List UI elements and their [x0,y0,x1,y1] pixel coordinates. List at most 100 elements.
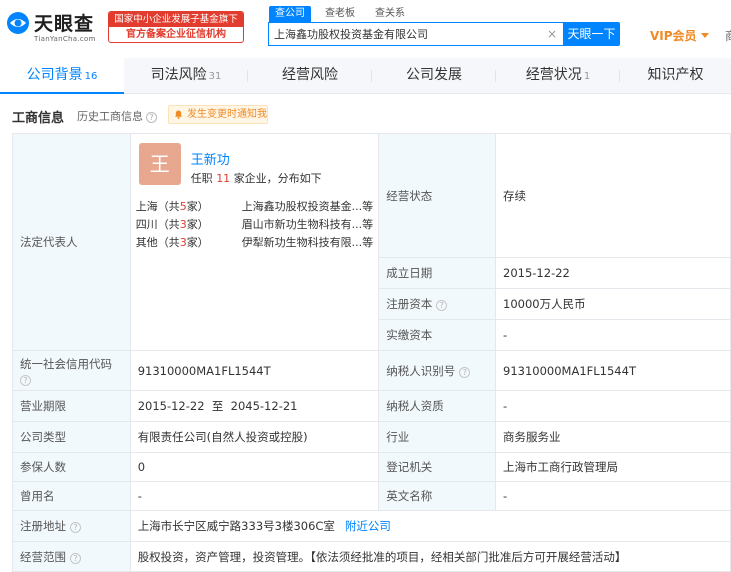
help-icon[interactable]: ? [436,300,448,311]
region-prefix: （共 [157,236,180,249]
tab-business-status[interactable]: 经营状况 1 [496,58,620,94]
clear-icon[interactable]: × [547,26,557,42]
status-label: 经营状态 [378,133,497,258]
history-label: 历史工商信息 [77,110,143,123]
address-label: 注册地址? [12,510,131,542]
search-tab-company[interactable]: 查公司 [269,6,311,22]
summary-prefix: 任职 [190,172,213,185]
region-company-link[interactable]: 眉山市新功生物科技有...等 [242,216,378,234]
legal-rep-cell: 王 王新功 任职 11 家企业，分布如下 上海（共5家） 上海鑫功股权投资基金.… [129,133,380,351]
help-icon[interactable]: ? [20,374,31,386]
address-value-cell: 上海市长宁区威宁路333号3楼306C室 附近公司 [129,510,731,542]
capital-label-text: 注册资本 [386,297,433,311]
credit-code-value: 91310000MA1FL1544T [129,350,380,391]
tab-operating-risk[interactable]: 经营风险 [248,58,372,94]
region-suffix: 家） [186,218,209,231]
tab-judicial-risk[interactable]: 司法风险 31 [124,58,248,94]
insured-value: 0 [129,452,380,482]
region-count: 5 [179,200,187,213]
authority-label: 登记机关 [378,452,497,482]
official-badge: 国家中小企业发展子基金旗下 官方备案企业征信机构 [108,11,244,43]
english-name-label: 英文名称 [378,481,497,511]
credit-code-label-text: 统一社会信用代码 [20,356,112,371]
tab-label: 经营状况 [525,67,582,83]
logo-domain: TianYanCha.com [34,35,96,43]
taxpayer-id-label: 纳税人识别号? [378,350,497,391]
logo[interactable]: 天眼查 TianYanCha.com [6,9,102,45]
caret-down-icon [700,33,709,38]
region-count: 3 [179,236,187,249]
capital-value: 10000万人民币 [495,288,731,320]
paid-capital-label: 实缴资本 [378,319,497,351]
region-label: 四川（共3家） [136,216,232,234]
list-item: 其他（共3家） 伊犁新功生物科技有限...等 [136,234,376,252]
tab-label: 经营风险 [282,67,338,83]
legal-rep-label: 法定代表人 [12,133,131,351]
tab-count: 1 [583,71,591,82]
tab-company-background[interactable]: 公司背景 16 [0,58,124,94]
region-name: 四川 [135,218,158,231]
list-item: 四川（共3家） 眉山市新功生物科技有...等 [136,216,376,234]
scope-label-text: 经营范围 [20,549,66,564]
region-name: 上海 [135,200,158,213]
industry-value: 商务服务业 [495,421,731,453]
tab-count: 31 [208,71,222,82]
header-edge-text[interactable]: 商 [725,27,731,44]
bell-icon [174,110,183,119]
region-prefix: （共 [157,218,180,231]
list-item: 上海（共5家） 上海鑫功股权投资基金...等 [136,198,376,216]
tab-label: 公司背景 [26,67,83,83]
table-row: 公司类型 有限责任公司(自然人投资或控股) 行业 商务服务业 [12,421,731,453]
taxpayer-qual-label: 纳税人资质 [378,390,497,422]
table-row: 曾用名 - 英文名称 - [12,481,731,511]
legal-rep-summary: 任职 11 家企业，分布如下 [191,170,322,186]
help-icon[interactable]: ? [459,366,471,378]
logo-eye-icon [7,12,29,34]
authority-value: 上海市工商行政管理局 [495,452,731,482]
search-tab-relation[interactable]: 查关系 [369,6,411,22]
table-row: 注册地址? 上海市长宁区威宁路333号3楼306C室 附近公司 [12,510,731,542]
legal-rep-regions: 上海（共5家） 上海鑫功股权投资基金...等 四川（共3家） 眉山市新功生物科技… [136,198,376,252]
nearby-companies-link[interactable]: 附近公司 [345,519,391,533]
history-link[interactable]: 历史工商信息? [77,108,157,124]
help-icon[interactable]: ? [70,552,81,564]
help-icon[interactable]: ? [70,522,81,533]
search-type-tabs: 查公司 查老板 查关系 [269,6,419,22]
table-row: 参保人数 0 登记机关 上海市工商行政管理局 [12,452,731,482]
founded-value: 2015-12-22 [495,257,731,289]
notify-button[interactable]: 发生变更时通知我 [168,105,268,124]
region-company-link[interactable]: 伊犁新功生物科技有限...等 [242,234,378,252]
notify-label: 发生变更时通知我 [187,109,267,120]
region-company-link[interactable]: 上海鑫功股权投资基金...等 [242,198,378,216]
tab-label: 公司发展 [406,67,462,83]
section-nav: 公司背景 16 司法风险 31 经营风险 公司发展 经营状况 1 知识产权 [0,58,731,94]
scope-value: 股权投资，资产管理，投资管理。【依法须经批准的项目，经相关部门批准后方可开展经营… [129,541,731,572]
tab-intellectual-property[interactable]: 知识产权 [620,58,731,94]
vip-label: VIP会员 [650,29,697,43]
credit-code-label: 统一社会信用代码? [12,350,131,391]
help-icon: ? [146,112,157,123]
table-row: 营业期限 2015-12-22 至 2045-12-21 纳税人资质 - [12,390,731,422]
term-label: 营业期限 [12,390,131,422]
industry-label: 行业 [378,421,497,453]
company-type-label: 公司类型 [12,421,131,453]
table-row: 统一社会信用代码? 91310000MA1FL1544T 纳税人识别号? 913… [12,350,731,391]
business-info-table: 法定代表人 王 王新功 任职 11 家企业，分布如下 上海（共5家） 上海鑫功股… [12,133,731,572]
table-row: 法定代表人 王 王新功 任职 11 家企业，分布如下 上海（共5家） 上海鑫功股… [12,133,731,351]
tab-count: 16 [84,71,98,82]
search-input[interactable] [269,23,539,45]
badge-line2: 官方备案企业征信机构 [126,29,226,40]
summary-suffix: 家企业，分布如下 [233,172,322,185]
region-label: 其他（共3家） [136,234,232,252]
vip-menu[interactable]: VIP会员 [650,27,709,44]
founded-label: 成立日期 [378,257,497,289]
tab-company-development[interactable]: 公司发展 [372,58,496,94]
term-value: 2015-12-22 至 2045-12-21 [129,390,380,422]
taxpayer-id-value: 91310000MA1FL1544T [495,350,731,391]
search-tab-boss[interactable]: 查老板 [319,6,361,22]
search-button[interactable]: 天眼一下 [563,22,620,46]
legal-rep-name[interactable]: 王新功 [191,149,230,168]
status-value: 存续 [495,133,731,258]
english-name-value: - [495,481,731,511]
avatar[interactable]: 王 [138,143,181,185]
